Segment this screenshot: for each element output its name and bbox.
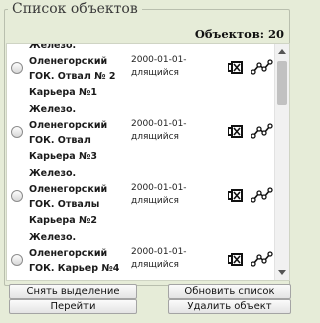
map-icon[interactable] [228,252,244,267]
list-item[interactable]: Железо. Оленегорский ГОК. Отвал Карьера … [7,102,273,164]
map-icon[interactable] [228,124,244,139]
map-icon[interactable] [228,188,244,203]
object-count: Объектов: 20 [195,27,284,41]
item-date: 2000-01-01- длящийся [131,119,187,142]
list-scrollbar[interactable] [274,44,289,280]
go-button[interactable]: Перейти [9,299,137,314]
list-item[interactable]: Железо. Оленегорский ГОК. Карьер №4 2000… [7,230,273,280]
item-name: Железо. Оленегорский ГОК. Отвал № 2 Карь… [29,43,116,98]
route-icon[interactable] [251,251,273,267]
item-date: 2000-01-01- длящийся [131,55,187,78]
scroll-down-arrow-icon[interactable] [278,270,286,275]
refresh-list-button[interactable]: Обновить список [168,284,291,299]
item-radio[interactable] [11,126,23,138]
item-date: 2000-01-01- длящийся [131,247,187,270]
deselect-button[interactable]: Снять выделение [9,284,137,299]
list-item[interactable]: Железо. Оленегорский ГОК. Отвал № 2 Карь… [7,43,273,100]
group-title: Список объектов [8,1,142,17]
item-radio[interactable] [11,62,23,74]
delete-object-button[interactable]: Удалить объект [168,299,291,314]
list-item[interactable]: Железо. Оленегорский ГОК. Отвалы Карьера… [7,166,273,228]
route-icon[interactable] [251,59,273,75]
object-count-label: Объектов: [194,27,264,41]
map-icon[interactable] [228,60,244,75]
objects-panel: Список объектов Объектов: 20 Железо. Олен… [0,0,298,323]
route-icon[interactable] [251,187,273,203]
item-radio[interactable] [11,190,23,202]
item-name: Железо. Оленегорский ГОК. Отвалы Карьера… [29,168,108,226]
route-icon[interactable] [251,123,273,139]
item-name: Железо. Оленегорский ГОК. Карьер №4 [29,232,120,274]
object-count-value: 20 [267,27,284,41]
item-date: 2000-01-01- длящийся [131,183,187,206]
object-list[interactable]: Железо. Оленегорский ГОК. Отвал № 2 Карь… [6,43,290,281]
scroll-up-arrow-icon[interactable] [278,49,286,54]
scroll-thumb[interactable] [277,61,287,105]
item-name: Железо. Оленегорский ГОК. Отвал Карьера … [29,104,108,162]
item-radio[interactable] [11,254,23,266]
